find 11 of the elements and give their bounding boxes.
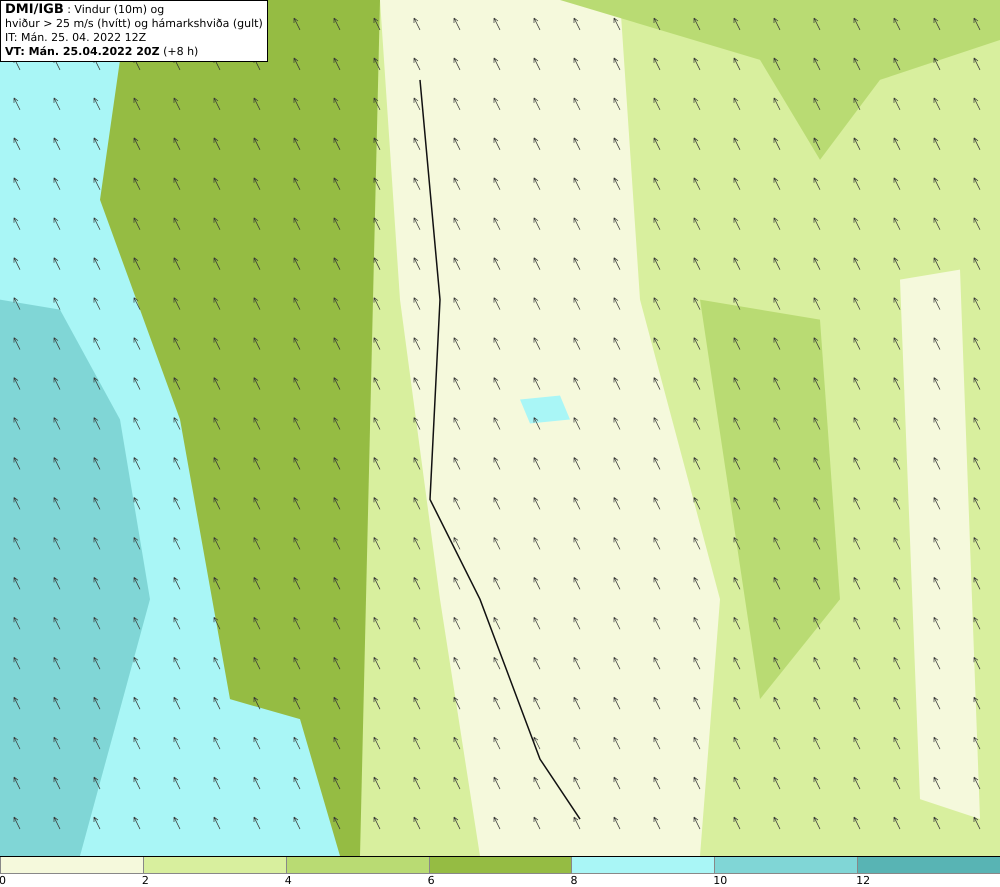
legend-tick: 10: [713, 874, 728, 887]
legend-tick: 2: [142, 874, 149, 887]
initial-time: IT: Mán. 25. 04. 2022 12Z: [5, 31, 148, 45]
legend-tick: 6: [428, 874, 435, 887]
map-title: DMI/IGB : Vindur (10m) og: [5, 3, 166, 17]
legend-tick: 4: [284, 874, 292, 887]
map-description: hviður > 25 m/s (hvítt) og hámarkshviða (gult): [5, 17, 263, 31]
legend-tick: 12: [856, 874, 870, 887]
legend-tick: 8: [570, 874, 578, 887]
valid-time: VT: Mán. 25.04.2022 20Z (+8 h): [5, 45, 200, 59]
legend-tick: 0: [0, 874, 6, 887]
